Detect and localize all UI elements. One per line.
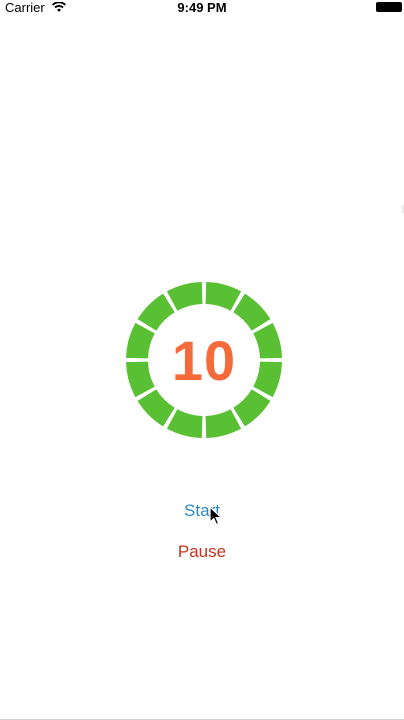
pause-button[interactable]: Pause (0, 542, 404, 562)
mouse-pointer-icon (209, 505, 223, 526)
countdown-number: 10 (171, 328, 237, 392)
status-time: 9:49 PM (177, 0, 227, 15)
status-bar: Carrier 9:49 PM (0, 0, 404, 18)
start-button[interactable]: Start (0, 501, 404, 521)
battery-icon (376, 2, 402, 12)
